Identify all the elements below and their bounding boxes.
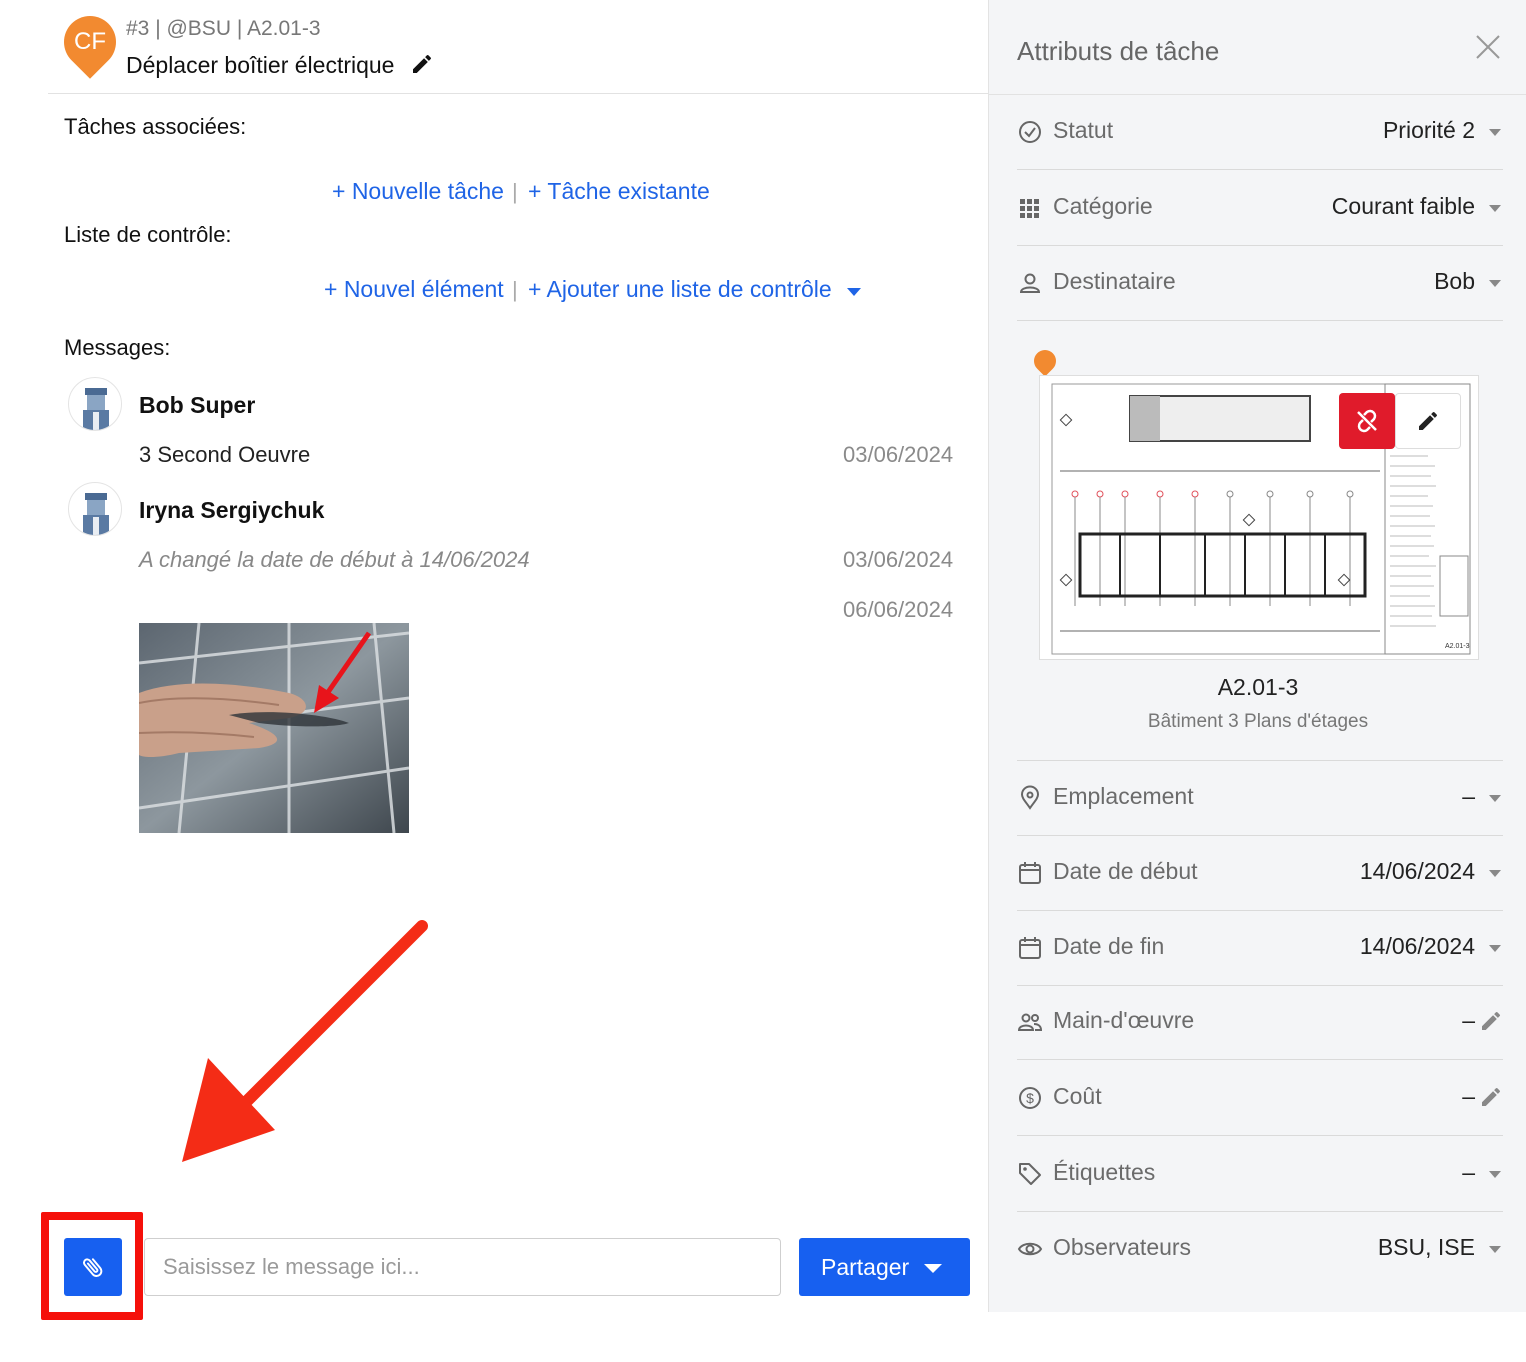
share-button[interactable]: Partager — [799, 1238, 970, 1296]
link-separator: | — [512, 179, 518, 204]
attribute-label: Main-d'œuvre — [1053, 1007, 1195, 1033]
messages-label: Messages: — [64, 335, 171, 360]
edit-plan-button[interactable] — [1395, 393, 1461, 449]
attribute-label: Observateurs — [1053, 1234, 1192, 1260]
message-date: 06/06/2024 — [843, 597, 954, 622]
attribute-cost[interactable]: $ Coût – — [1017, 1061, 1503, 1136]
attribute-value: 14/06/2024 — [1359, 858, 1475, 884]
message-activity: A changé la date de début à 14/06/2024 — [139, 547, 530, 572]
panel-title: Attributs de tâche — [1017, 36, 1220, 66]
chevron-down-icon — [1489, 1171, 1501, 1178]
plan-pin-icon — [1029, 345, 1061, 377]
attribute-label: Destinataire — [1053, 268, 1176, 294]
message-input[interactable] — [144, 1238, 781, 1296]
message-author: Bob Super — [139, 392, 256, 418]
avatar — [68, 377, 122, 431]
chevron-down-icon — [1489, 795, 1501, 802]
chevron-down-icon — [1489, 280, 1501, 287]
person-icon — [1019, 273, 1041, 293]
unlink-plan-button[interactable] — [1339, 393, 1395, 449]
attribute-assignee[interactable]: Destinataire Bob — [1017, 246, 1503, 321]
attribute-watchers[interactable]: Observateurs BSU, ISE — [1017, 1212, 1503, 1287]
link-separator: | — [512, 277, 518, 302]
plan-subtitle: Bâtiment 3 Plans d'étages — [1147, 711, 1369, 732]
chevron-down-icon — [1489, 1246, 1501, 1253]
check-circle-icon — [1019, 121, 1041, 143]
message-date: 03/06/2024 — [843, 547, 954, 572]
pencil-icon[interactable] — [1479, 1009, 1503, 1033]
attribute-value: – — [1462, 1083, 1475, 1109]
user-avatar-icon — [83, 493, 109, 535]
svg-text:A2.01-3: A2.01-3 — [1445, 643, 1470, 650]
tag-icon — [1019, 1163, 1041, 1185]
attribute-value: Priorité 2 — [1382, 117, 1475, 143]
plan-name: A2.01-3 — [1217, 674, 1299, 700]
attribute-value: – — [1462, 1159, 1475, 1185]
message-author: Iryna Sergiychuk — [139, 497, 325, 523]
attribute-tags[interactable]: Étiquettes – — [1017, 1137, 1503, 1212]
task-attributes-panel: Attributs de tâche Statut Priorité 2 Cat… — [988, 0, 1526, 1312]
chevron-down-icon[interactable] — [847, 288, 861, 296]
attribute-label: Statut — [1053, 117, 1114, 143]
message-photo-attachment[interactable] — [139, 623, 409, 833]
message-text: 3 Second Oeuvre — [139, 442, 311, 467]
location-pin-icon — [1020, 785, 1040, 810]
attribute-status[interactable]: Statut Priorité 2 — [1017, 95, 1503, 170]
attribute-value: Bob — [1434, 268, 1475, 294]
attribute-label: Étiquettes — [1053, 1159, 1156, 1185]
chevron-down-icon — [1489, 870, 1501, 877]
checklist-label: Liste de contrôle: — [64, 222, 232, 247]
attribute-value: BSU, ISE — [1377, 1234, 1475, 1260]
task-title: Déplacer boîtier électrique — [126, 52, 395, 78]
add-checklist-link[interactable]: + Ajouter une liste de contrôle — [528, 276, 832, 303]
message-date: 03/06/2024 — [843, 442, 954, 467]
attribute-label: Date de fin — [1053, 933, 1165, 959]
chevron-down-icon — [1489, 129, 1501, 136]
calendar-icon — [1019, 937, 1041, 959]
attribute-label: Catégorie — [1053, 193, 1153, 219]
attribute-value: 14/06/2024 — [1359, 933, 1475, 959]
dollar-circle-icon: $ — [1019, 1087, 1041, 1109]
task-pin-initials: CF — [74, 28, 106, 55]
attribute-start-date[interactable]: Date de début 14/06/2024 — [1017, 836, 1503, 911]
user-avatar-icon — [83, 388, 109, 430]
calendar-icon — [1019, 862, 1041, 884]
attribute-category[interactable]: Catégorie Courant faible — [1017, 171, 1503, 246]
associated-tasks-label: Tâches associées: — [64, 114, 247, 139]
chevron-down-icon — [1489, 205, 1501, 212]
attach-file-button[interactable] — [64, 1238, 122, 1296]
attribute-value: – — [1462, 1007, 1475, 1033]
attribute-label: Coût — [1053, 1083, 1102, 1109]
task-header: CF #3 | @BSU | A2.01-3 Déplacer boîtier … — [48, 2, 988, 94]
svg-text:$: $ — [1026, 1090, 1034, 1106]
new-task-link[interactable]: + Nouvelle tâche — [332, 178, 504, 205]
pencil-icon[interactable] — [410, 52, 434, 76]
attribute-end-date[interactable]: Date de fin 14/06/2024 — [1017, 911, 1503, 986]
attribute-location[interactable]: Emplacement – — [1017, 761, 1503, 836]
avatar — [68, 482, 122, 536]
paperclip-icon — [83, 1258, 103, 1277]
close-icon[interactable] — [1473, 32, 1503, 62]
grid-icon — [1020, 199, 1039, 218]
attribute-value: Courant faible — [1331, 193, 1475, 219]
eye-icon — [1017, 1242, 1043, 1256]
share-button-label: Partager — [821, 1253, 910, 1280]
attribute-label: Emplacement — [1053, 783, 1194, 809]
attribute-label: Date de début — [1053, 858, 1198, 884]
pencil-icon[interactable] — [1479, 1085, 1503, 1109]
new-item-link[interactable]: + Nouvel élément — [324, 276, 504, 303]
pencil-icon — [1419, 411, 1438, 430]
annotation-arrow-icon — [182, 920, 428, 1162]
task-meta: #3 | @BSU | A2.01-3 — [126, 17, 321, 40]
unlink-icon — [1357, 409, 1377, 433]
attribute-labor[interactable]: Main-d'œuvre – — [1017, 985, 1503, 1060]
chevron-down-icon — [1489, 945, 1501, 952]
chevron-down-icon — [924, 1264, 942, 1273]
people-icon — [1017, 1013, 1043, 1031]
existing-task-link[interactable]: + Tâche existante — [528, 178, 710, 205]
attribute-value: – — [1462, 783, 1475, 809]
